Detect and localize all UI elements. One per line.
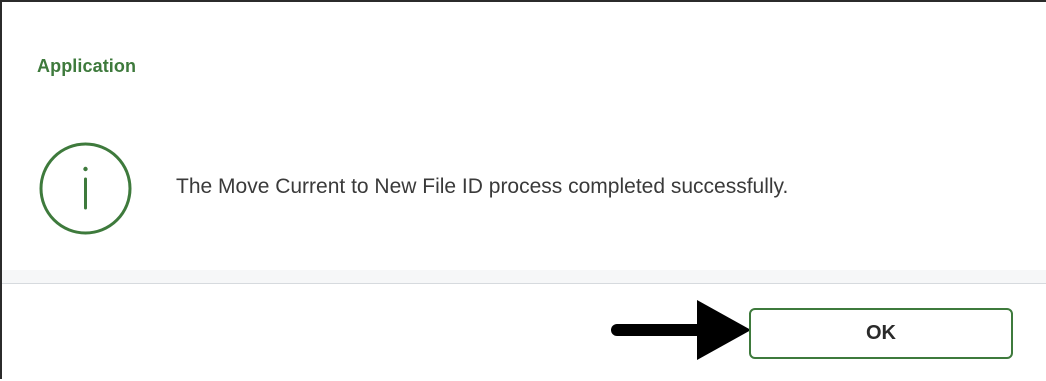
info-icon — [39, 142, 132, 235]
ok-button[interactable]: OK — [749, 308, 1013, 359]
dialog-title: Application — [37, 56, 137, 76]
message-dialog: Application The Move Current to New File… — [0, 0, 1046, 381]
dialog-divider — [2, 270, 1046, 284]
dialog-message: The Move Current to New File ID process … — [176, 175, 789, 198]
arrow-pointer-icon — [611, 300, 751, 360]
